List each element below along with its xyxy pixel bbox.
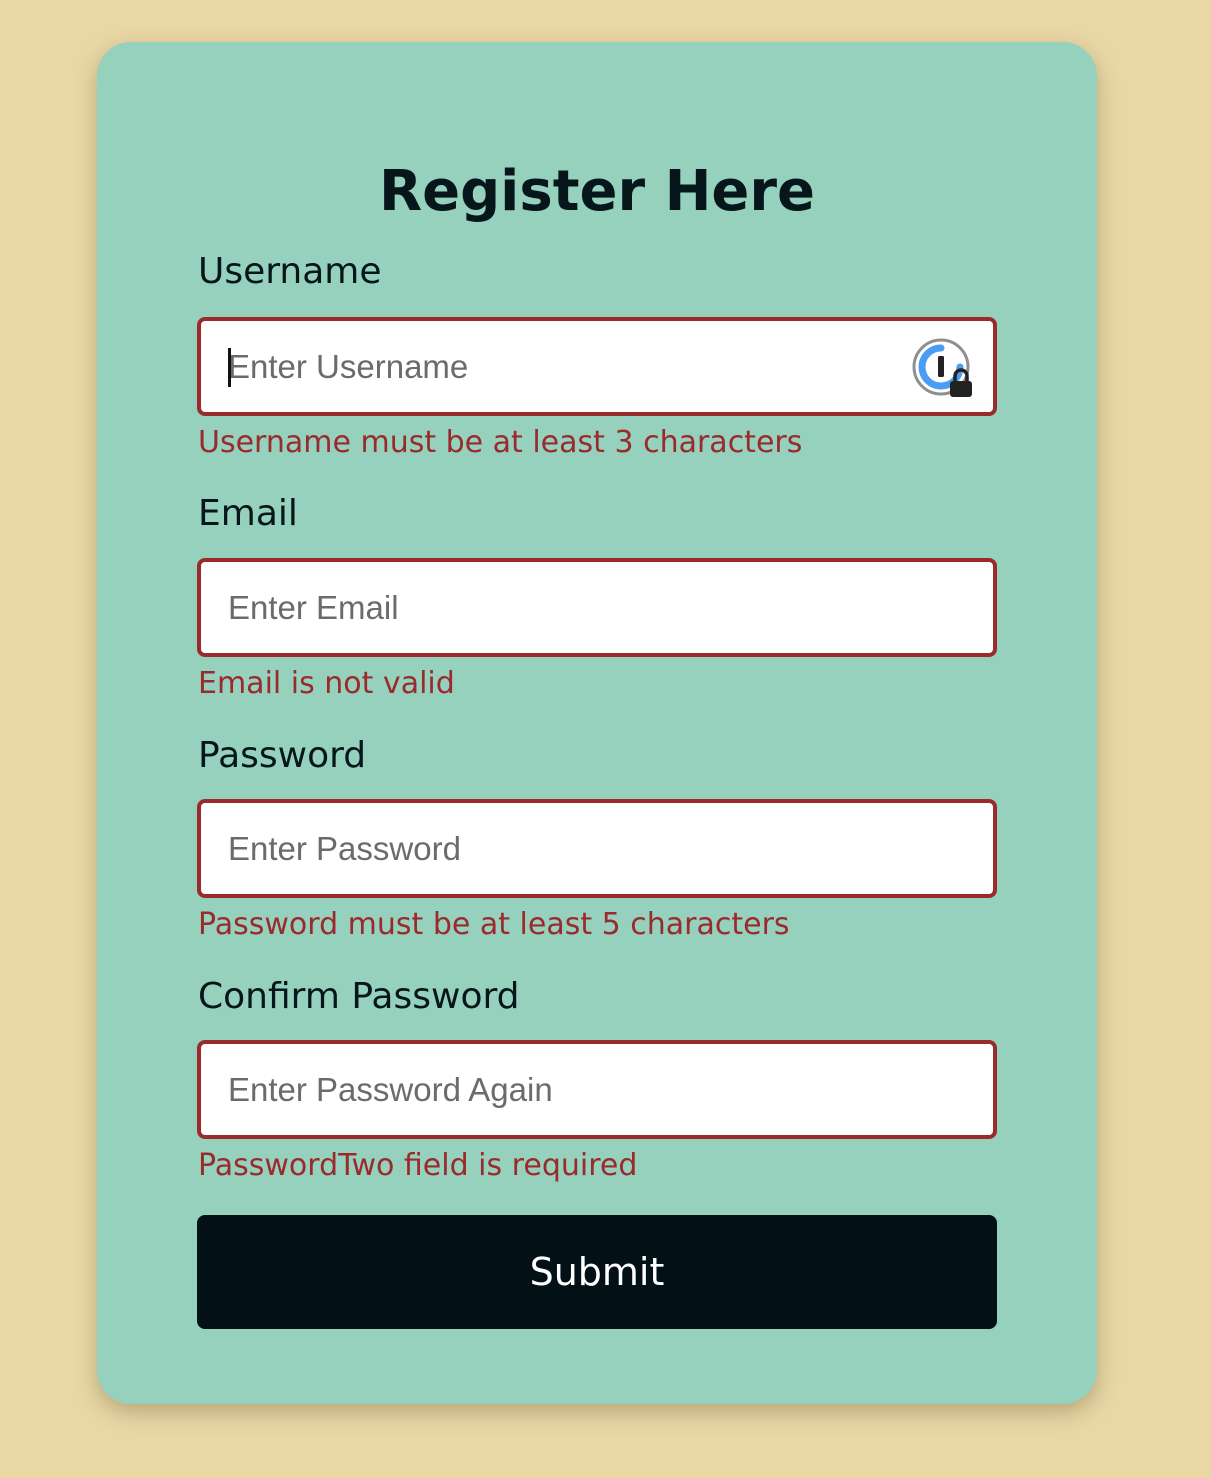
username-input[interactable]	[201, 321, 993, 412]
confirm-password-input[interactable]	[201, 1044, 993, 1135]
form-title: Register Here	[378, 159, 816, 224]
password-label: Password	[198, 735, 367, 776]
confirm-password-field-box	[197, 1040, 997, 1139]
password-input[interactable]	[201, 803, 993, 894]
email-input[interactable]	[201, 562, 993, 653]
username-label: Username	[198, 251, 382, 292]
text-cursor	[228, 348, 231, 387]
password-manager-lock-icon[interactable]	[912, 338, 974, 400]
email-error: Email is not valid	[198, 666, 455, 701]
username-error: Username must be at least 3 characters	[198, 425, 803, 460]
confirm-password-error: PasswordTwo field is required	[198, 1148, 638, 1183]
register-card: Register Here Username Username must be …	[97, 42, 1097, 1404]
email-label: Email	[198, 493, 298, 534]
username-field-box	[197, 317, 997, 416]
password-error: Password must be at least 5 characters	[198, 907, 790, 942]
submit-button[interactable]: Submit	[197, 1215, 997, 1329]
email-field-box	[197, 558, 997, 657]
password-field-box	[197, 799, 997, 898]
confirm-password-label: Confirm Password	[198, 976, 520, 1017]
